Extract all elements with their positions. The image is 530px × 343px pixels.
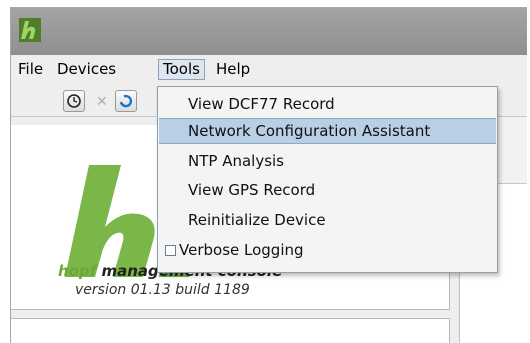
menu-item-verbose-logging[interactable]: Verbose Logging (159, 237, 496, 263)
refresh-button[interactable] (115, 90, 137, 112)
title-bar[interactable] (11, 8, 527, 55)
menu-bar: File Devices Tools Help (11, 55, 527, 84)
refresh-icon (119, 94, 133, 108)
menu-item-network-configuration-assistant[interactable]: Network Configuration Assistant (159, 118, 496, 144)
menu-item-view-gps-record[interactable]: View GPS Record (159, 177, 496, 203)
menu-item-ntp-analysis[interactable]: NTP Analysis (159, 148, 496, 174)
menu-help[interactable]: Help (212, 59, 254, 80)
brand-name: hopf (58, 262, 97, 280)
menu-tools[interactable]: Tools (158, 59, 205, 80)
menu-item-reinitialize-device[interactable]: Reinitialize Device (159, 207, 496, 233)
clock-button[interactable] (63, 90, 85, 112)
lower-panel (11, 318, 450, 343)
menu-item-view-dcf77-record[interactable]: View DCF77 Record (159, 91, 496, 117)
menu-file[interactable]: File (14, 59, 47, 80)
verbose-logging-label: Verbose Logging (179, 241, 304, 259)
tools-dropdown-menu: View DCF77 Record Network Configuration … (157, 86, 498, 273)
hopf-logo-icon (19, 18, 41, 42)
close-icon[interactable]: ✕ (96, 94, 108, 110)
clock-icon (67, 94, 81, 108)
checkbox-icon[interactable] (165, 245, 176, 256)
version-text: version 01.13 build 1189 (75, 282, 250, 298)
menu-devices[interactable]: Devices (53, 59, 120, 80)
